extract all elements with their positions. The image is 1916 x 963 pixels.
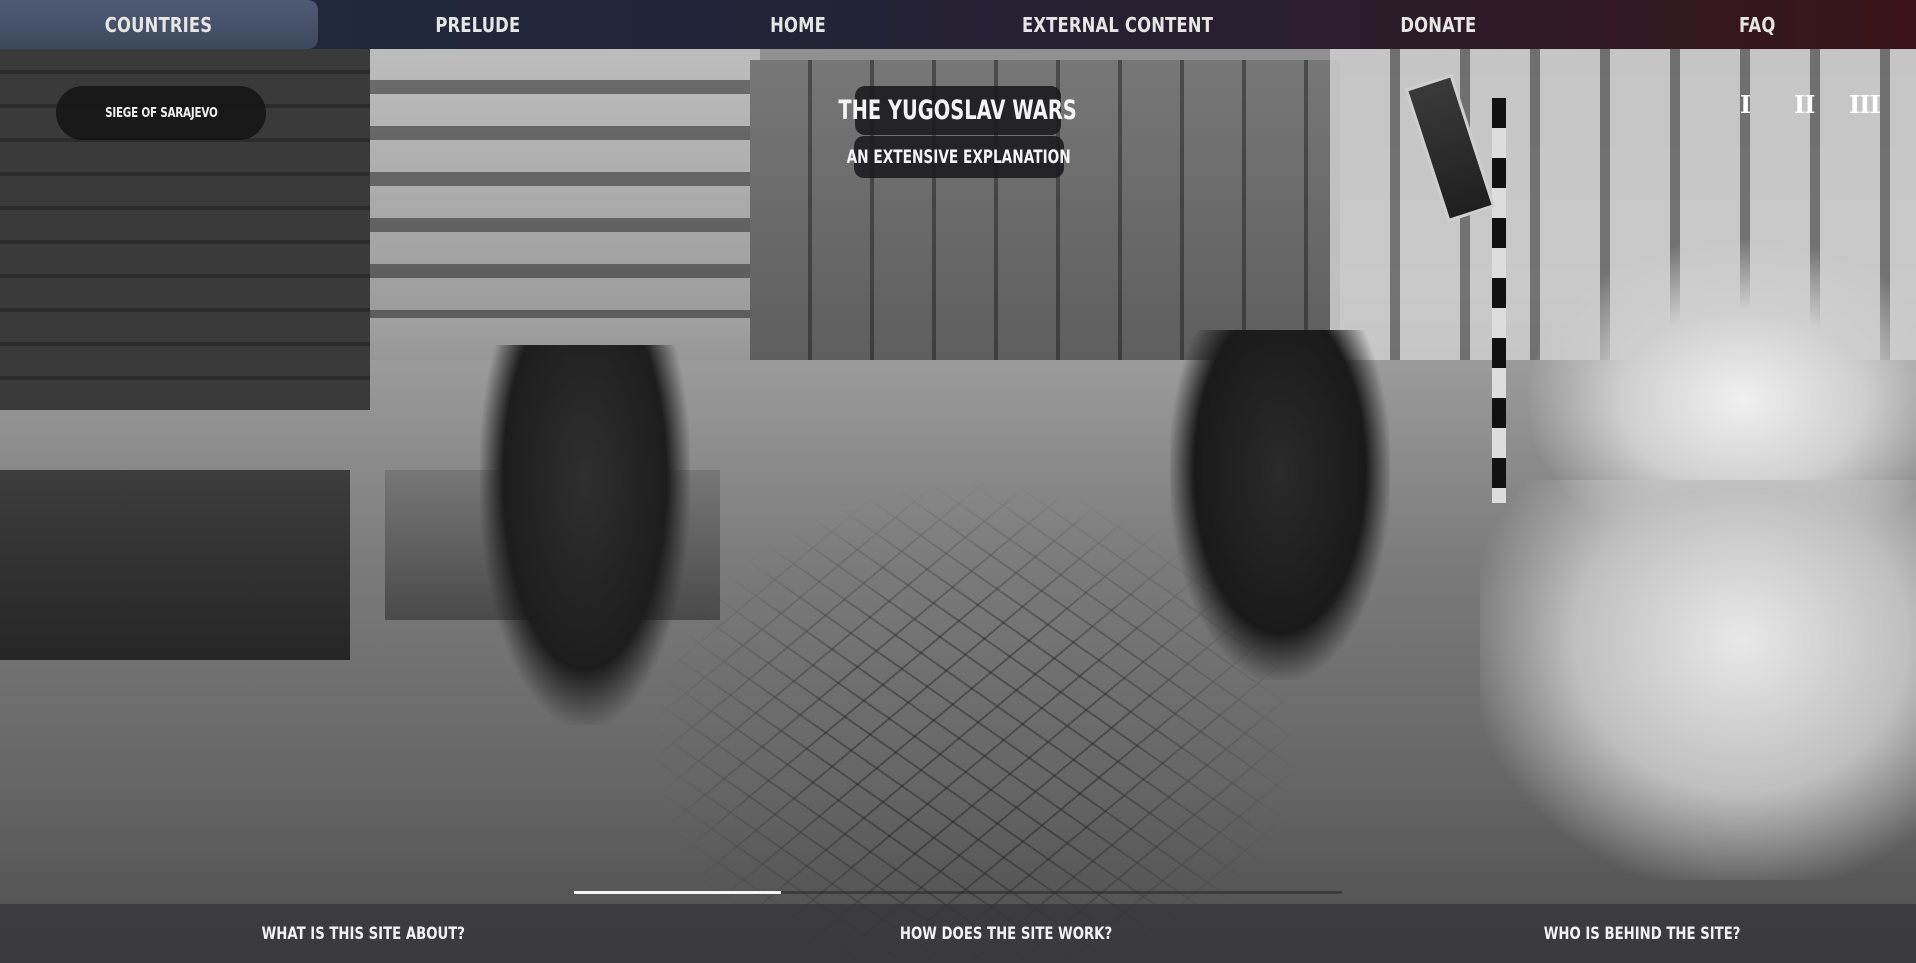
dumpster-left [0, 470, 350, 660]
page-title: THE YUGOSLAV WARS [839, 86, 1077, 135]
top-navigation: COUNTRIES PRELUDE HOME EXTERNAL CONTENT … [0, 0, 1916, 49]
footer-bar: WHAT IS THIS SITE ABOUT? HOW DOES THE SI… [0, 904, 1916, 963]
nav-tab-faq[interactable]: FAQ [1598, 0, 1916, 49]
siege-of-sarajevo-button[interactable]: SIEGE OF SARAJEVO [56, 86, 266, 140]
siege-label: SIEGE OF SARAJEVO [104, 105, 218, 121]
snow-pile [1480, 480, 1916, 880]
nav-tab-countries[interactable]: COUNTRIES [0, 0, 318, 49]
slide-indicator-2[interactable]: II [1794, 90, 1815, 119]
footer-link-who-is-behind[interactable]: WHO IS BEHIND THE SITE? [1516, 904, 1768, 963]
nav-tab-label: PRELUDE [435, 12, 521, 37]
slide-indicators: I II III [1716, 90, 1916, 119]
fallen-tree-branches [650, 480, 1300, 960]
slide-indicator-3[interactable]: III [1849, 90, 1881, 119]
slide-indicator-1[interactable]: I [1740, 90, 1751, 119]
footer-link-about[interactable]: WHAT IS THIS SITE ABOUT? [233, 904, 494, 963]
page-title-text: THE YUGOSLAV WARS [838, 95, 1078, 126]
footer-link-label: WHAT IS THIS SITE ABOUT? [261, 923, 465, 944]
footer-link-label: HOW DOES THE SITE WORK? [899, 923, 1113, 944]
nav-tab-external-content[interactable]: EXTERNAL CONTENT [958, 0, 1278, 49]
nav-tab-home[interactable]: HOME [638, 0, 958, 49]
striped-pole [1492, 98, 1506, 503]
footer-link-how-it-works[interactable]: HOW DOES THE SITE WORK? [870, 904, 1142, 963]
footer-link-label: WHO IS BEHIND THE SITE? [1543, 923, 1741, 944]
nav-tab-label: COUNTRIES [105, 12, 213, 37]
page-subtitle: AN EXTENSIVE EXPLANATION [847, 136, 1071, 178]
nav-tab-label: HOME [770, 12, 826, 37]
nav-tab-label: EXTERNAL CONTENT [1022, 12, 1214, 37]
page-subtitle-text: AN EXTENSIVE EXPLANATION [846, 146, 1072, 168]
nav-tab-prelude[interactable]: PRELUDE [318, 0, 638, 49]
nav-tab-label: FAQ [1738, 12, 1776, 37]
nav-tab-label: DONATE [1399, 12, 1477, 37]
slide-progress-fill [574, 891, 782, 894]
nav-tab-donate[interactable]: DONATE [1278, 0, 1598, 49]
background-building-mid [340, 48, 760, 318]
slide-progress-track [574, 891, 1342, 894]
